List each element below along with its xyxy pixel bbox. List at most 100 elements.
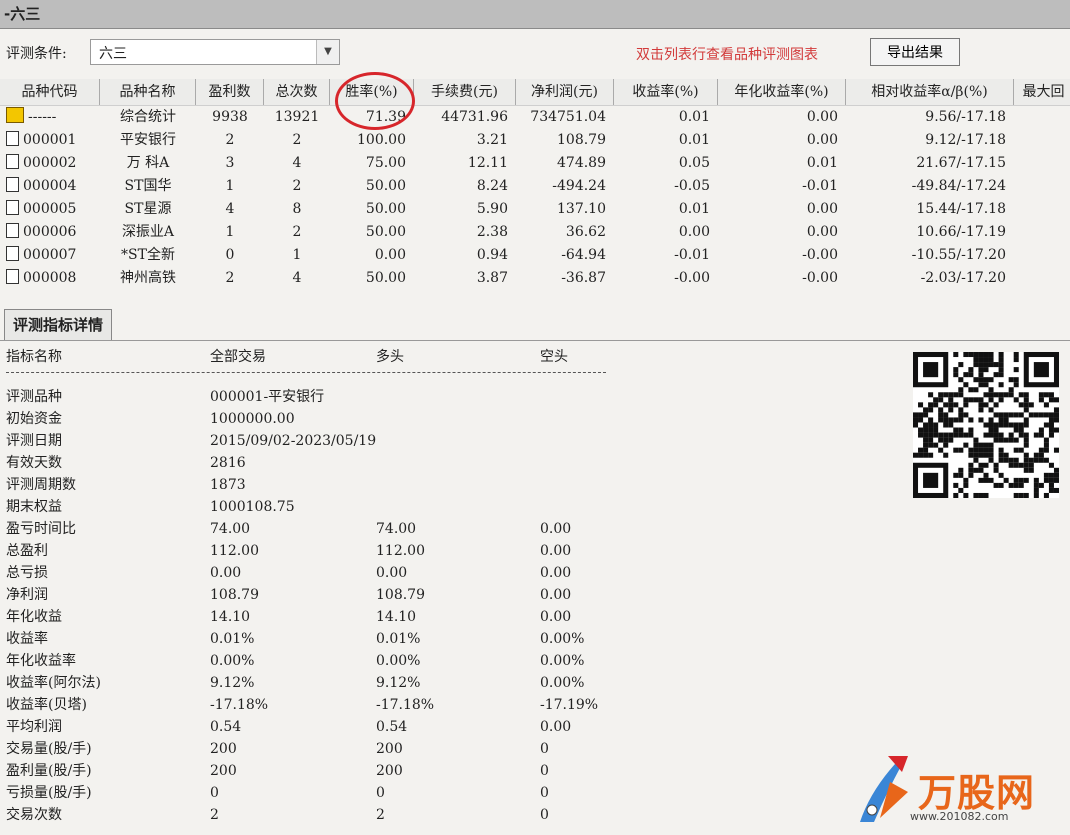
column-header[interactable]: 年化收益率(%): [718, 79, 846, 105]
detail-cell: 0: [540, 807, 549, 823]
code-text: 000005: [23, 201, 77, 217]
detail-cell: 盈利量(股/手): [6, 763, 92, 779]
logo-url: www.201082.com: [910, 810, 1009, 823]
table-cell-code: 000008: [6, 267, 100, 290]
column-header[interactable]: 最大回: [1014, 79, 1070, 105]
table-cell-fee: 3.21: [476, 132, 508, 148]
column-header[interactable]: 总次数: [264, 79, 330, 105]
detail-cell: 74.00: [376, 521, 417, 537]
code-text: 000001: [23, 132, 77, 148]
detail-header-name: 指标名称: [6, 349, 62, 365]
chevron-down-icon[interactable]: ▼: [316, 40, 339, 64]
export-button[interactable]: 导出结果: [870, 38, 960, 66]
table-cell-name: 深振业A: [121, 224, 175, 240]
detail-cell: 200: [376, 763, 403, 779]
column-header[interactable]: 胜率(%): [330, 79, 414, 105]
document-icon: [6, 200, 19, 215]
table-cell-profit: -64.94: [561, 247, 606, 263]
table-cell-total: 2: [292, 132, 302, 148]
table-cell-annual: 0.00: [806, 109, 838, 125]
detail-row: 年化收益率 0.00% 0.00% 0.00%: [0, 650, 700, 672]
table-row[interactable]: ------ 综合统计 9938 13921 71.39 44731.96 734751.0…: [0, 106, 1070, 129]
detail-cell: 0.00%: [540, 631, 585, 647]
detail-cell: -17.19%: [540, 697, 599, 713]
detail-cell: 总亏损: [6, 565, 48, 581]
detail-cell: 交易量(股/手): [6, 741, 92, 757]
detail-header-long: 多头: [376, 349, 404, 365]
table-cell-name: 神州高铁: [120, 270, 176, 286]
table-cell-win: 9938: [212, 109, 248, 125]
table-cell-fee: 12.11: [467, 155, 508, 171]
table-cell-fee: 3.87: [476, 270, 508, 286]
table-cell-rel: 9.12/-17.18: [925, 132, 1006, 148]
table-cell-name: ST星源: [124, 201, 172, 217]
condition-select[interactable]: 六三 ▼: [90, 39, 340, 65]
column-header[interactable]: 相对收益率α/β(%): [846, 79, 1014, 105]
detail-cell: 1000108.75: [210, 499, 295, 515]
detail-cell: 200: [210, 741, 237, 757]
table-cell-win: 2: [225, 132, 235, 148]
detail-cell: 评测日期: [6, 433, 62, 449]
table-row[interactable]: 000001 平安银行 2 2 100.00 3.21 108.79 0.01 0.00 9.12…: [0, 129, 1070, 152]
table-cell-total: 1: [292, 247, 302, 263]
table-header: 品种代码 品种名称 盈利数 总次数 胜率(%) 手续费(元) 净利润(元) 收益率(%) 年化收…: [0, 79, 1070, 106]
document-icon: [6, 246, 19, 261]
detail-header-all: 全部交易: [210, 349, 266, 365]
detail-cell: 0.00: [210, 565, 242, 581]
table-row[interactable]: 000005 ST星源 4 8 50.00 5.90 137.10 0.01 0.00 15.44…: [0, 198, 1070, 221]
column-header[interactable]: 手续费(元): [414, 79, 516, 105]
table-cell-rate: 50.00: [365, 270, 406, 286]
detail-cell: 108.79: [376, 587, 425, 603]
table-cell-win: 2: [225, 270, 235, 286]
table-cell-code: 000002: [6, 152, 100, 175]
detail-cell: 2: [210, 807, 219, 823]
table-cell-code: ------: [6, 106, 100, 129]
table-row[interactable]: 000006 深振业A 1 2 50.00 2.38 36.62 0.00 0.00 10.66/…: [0, 221, 1070, 244]
table-row[interactable]: 000008 神州高铁 2 4 50.00 3.87 -36.87 -0.00 -0.00 -2.…: [0, 267, 1070, 290]
table-cell-name: 万 科A: [126, 155, 170, 171]
detail-row: 收益率 0.01% 0.01% 0.00%: [0, 628, 700, 650]
table-row[interactable]: 000002 万 科A 3 4 75.00 12.11 474.89 0.05 0.01 21.6…: [0, 152, 1070, 175]
tab-detail-metrics[interactable]: 评测指标详情: [4, 309, 113, 340]
detail-cell: 0.00: [376, 565, 408, 581]
table-cell-win: 1: [225, 178, 235, 194]
table-cell-fee: 0.94: [476, 247, 508, 263]
table-cell-name: *ST全新: [121, 247, 175, 263]
detail-cell: 0.00: [540, 543, 572, 559]
table-cell-ret: 0.01: [678, 201, 710, 217]
table-cell-rel: 10.66/-17.19: [916, 224, 1006, 240]
column-header[interactable]: 收益率(%): [614, 79, 718, 105]
logo-text: 万股网: [918, 771, 1036, 815]
table-body: ------ 综合统计 9938 13921 71.39 44731.96 734751.0…: [0, 106, 1070, 290]
detail-row: 交易量(股/手) 200 200 0: [0, 738, 700, 760]
detail-cell: 期末权益: [6, 499, 62, 515]
column-header[interactable]: 盈利数: [196, 79, 264, 105]
detail-cell: 0.00%: [540, 653, 585, 669]
column-header[interactable]: 品种名称: [100, 79, 196, 105]
table-row[interactable]: 000007 *ST全新 0 1 0.00 0.94 -64.94 -0.01 -0.00 -10…: [0, 244, 1070, 267]
detail-cell: 0.54: [376, 719, 408, 735]
table-cell-rate: 50.00: [365, 178, 406, 194]
results-table: 品种代码 品种名称 盈利数 总次数 胜率(%) 手续费(元) 净利润(元) 收益率(%) 年化收…: [0, 79, 1070, 290]
detail-cell: 9.12%: [376, 675, 421, 691]
table-cell-profit: 474.89: [557, 155, 606, 171]
detail-cell: 000001-平安银行: [210, 389, 325, 405]
document-icon: [6, 223, 19, 238]
column-header[interactable]: 品种代码: [0, 79, 100, 105]
detail-row: 总亏损 0.00 0.00 0.00: [0, 562, 700, 584]
column-header[interactable]: 净利润(元): [516, 79, 614, 105]
detail-cell: 1873: [210, 477, 246, 493]
table-cell-code: 000005: [6, 198, 100, 221]
document-icon: [6, 154, 19, 169]
table-row[interactable]: 000004 ST国华 1 2 50.00 8.24 -494.24 -0.05 -0.01 -4…: [0, 175, 1070, 198]
detail-cell: 平均利润: [6, 719, 62, 735]
table-cell-total: 4: [292, 270, 302, 286]
table-cell-win: 4: [225, 201, 235, 217]
detail-cell: -17.18%: [210, 697, 269, 713]
detail-cell: 200: [376, 741, 403, 757]
document-icon: [6, 177, 19, 192]
table-cell-name: 综合统计: [120, 109, 176, 125]
table-cell-fee: 44731.96: [441, 109, 508, 125]
detail-cell: 盈亏时间比: [6, 521, 76, 537]
detail-cell: 0.00: [540, 521, 572, 537]
